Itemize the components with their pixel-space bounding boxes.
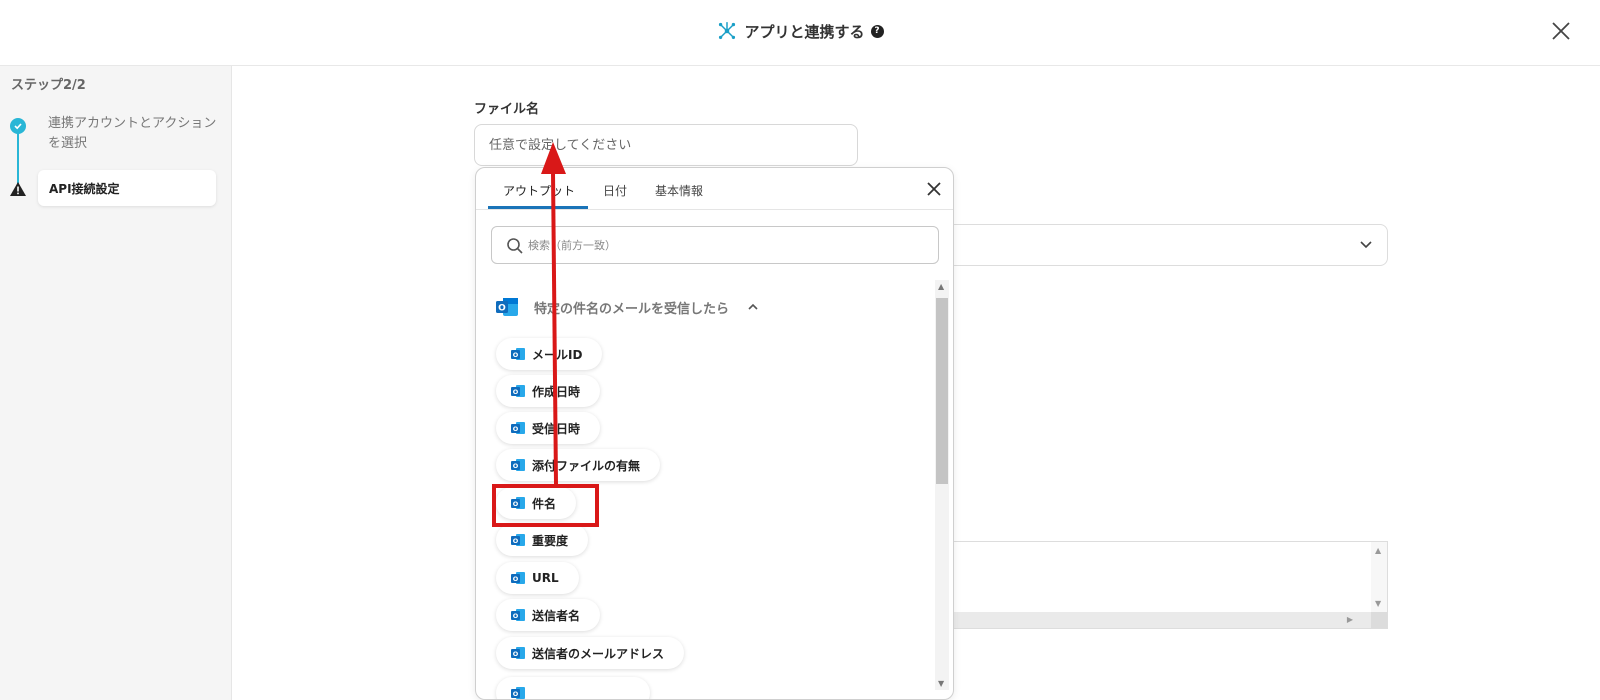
search-field[interactable] xyxy=(491,226,939,264)
step-2-item[interactable]: API接続設定 xyxy=(38,170,216,206)
outlook-icon: O xyxy=(511,385,525,397)
active-tab-indicator xyxy=(488,206,588,209)
output-chip[interactable]: O 受信日時 xyxy=(496,412,601,444)
svg-text:O: O xyxy=(513,537,519,545)
tab-date[interactable]: 日付 xyxy=(603,182,627,199)
file-name-label: ファイル名 xyxy=(474,102,540,117)
outlook-icon: O xyxy=(511,647,525,659)
tab-basic-info[interactable]: 基本情報 xyxy=(655,182,703,199)
group-header[interactable]: O 特定の件名のメールを受信したら xyxy=(494,294,759,320)
output-chip[interactable]: O 作成日時 xyxy=(496,375,601,407)
scroll-thumb[interactable] xyxy=(936,298,948,484)
modal-header: アプリと連携する ? xyxy=(0,0,1600,66)
step-2-label: API接続設定 xyxy=(49,182,120,196)
step-connector xyxy=(17,128,19,188)
scroll-down-icon[interactable]: ▼ xyxy=(938,679,944,688)
file-name-input[interactable] xyxy=(474,124,858,166)
svg-text:O: O xyxy=(498,304,506,314)
step-counter: ステップ2/2 xyxy=(11,78,86,93)
output-chip[interactable]: O 添付ファイルの有無 xyxy=(496,449,661,481)
background-textarea[interactable]: ▲ ▼ ▶ xyxy=(940,541,1388,629)
chip-label: 添付ファイルの有無 xyxy=(532,458,641,473)
tab-output[interactable]: アウトプット xyxy=(503,182,575,199)
outlook-icon: O xyxy=(511,687,525,699)
outlook-icon: O xyxy=(511,422,525,434)
search-icon xyxy=(507,238,523,254)
scroll-right-icon[interactable]: ▶ xyxy=(1347,615,1353,624)
svg-text:O: O xyxy=(513,351,519,359)
outlook-icon: O xyxy=(511,534,525,546)
chevron-down-icon xyxy=(1360,241,1372,249)
output-chip[interactable]: O 送信者名 xyxy=(496,599,601,631)
chip-label: メールID xyxy=(532,347,583,362)
resize-corner[interactable] xyxy=(1371,612,1387,628)
modal-title: アプリと連携する ? xyxy=(0,20,1600,42)
chip-label: URL xyxy=(532,571,559,585)
outlook-icon: O xyxy=(496,298,518,316)
scroll-up-icon[interactable]: ▲ xyxy=(938,282,944,291)
help-icon[interactable]: ? xyxy=(870,24,884,38)
horizontal-scrollbar[interactable]: ▶ xyxy=(941,612,1373,628)
svg-text:O: O xyxy=(513,388,519,396)
output-chip[interactable]: O メールID xyxy=(496,338,603,370)
svg-text:O: O xyxy=(513,425,519,433)
warning-icon xyxy=(10,182,26,196)
output-chip[interactable]: O URL xyxy=(496,562,579,594)
modal-title-text: アプリと連携する xyxy=(744,22,865,41)
svg-text:O: O xyxy=(513,462,519,470)
step-1-label[interactable]: 連携アカウントとアクションを選択 xyxy=(48,114,218,154)
svg-text:O: O xyxy=(513,612,519,620)
chip-label: 送信者のメールアドレス xyxy=(532,646,665,661)
outlook-icon: O xyxy=(511,459,525,471)
group-title: 特定の件名のメールを受信したら xyxy=(534,301,730,317)
svg-text:O: O xyxy=(513,575,519,583)
check-icon xyxy=(10,118,26,134)
variable-picker-panel: アウトプット 日付 基本情報 O 特定の件名のメールを受信したら O メールID xyxy=(475,167,954,700)
outlook-icon: O xyxy=(511,572,525,584)
search-input[interactable] xyxy=(528,235,918,255)
background-select[interactable] xyxy=(940,224,1388,266)
svg-text:O: O xyxy=(513,690,519,698)
annotation-highlight-box xyxy=(492,484,599,527)
steps-sidebar: ステップ2/2 連携アカウントとアクションを選択 API接続設定 xyxy=(0,66,232,700)
scroll-down-icon[interactable]: ▼ xyxy=(1375,599,1381,608)
output-chip[interactable]: O 重要度 xyxy=(496,524,589,556)
scroll-up-icon[interactable]: ▲ xyxy=(1375,546,1381,555)
picker-tabs: アウトプット 日付 基本情報 xyxy=(476,168,953,210)
chip-label: 重要度 xyxy=(532,533,569,548)
panel-scrollbar[interactable]: ▲ ▼ xyxy=(935,280,949,690)
chip-label: 送信者名 xyxy=(532,608,581,623)
close-modal-icon[interactable] xyxy=(1550,20,1572,42)
outlook-icon: O xyxy=(511,348,525,360)
outlook-icon: O xyxy=(511,609,525,621)
vertical-scrollbar[interactable]: ▲ ▼ xyxy=(1371,542,1387,612)
chip-label: 作成日時 xyxy=(532,384,581,399)
chip-label: 受信日時 xyxy=(532,421,581,436)
app-link-icon xyxy=(719,22,736,40)
output-chip[interactable]: O 送信者のメールアドレス xyxy=(496,637,685,669)
output-chip-partial[interactable]: O xyxy=(496,677,650,699)
close-panel-icon[interactable] xyxy=(925,180,943,198)
chevron-up-icon[interactable] xyxy=(747,301,759,313)
svg-text:O: O xyxy=(513,650,519,658)
